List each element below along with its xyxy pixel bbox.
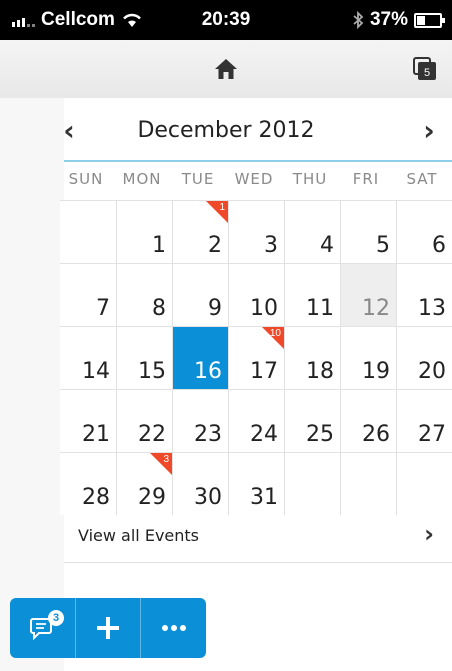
event-count: 3 (163, 454, 169, 465)
day-cell[interactable]: 30 (172, 453, 228, 515)
pages-count: 5 (424, 67, 430, 79)
day-cell[interactable]: 29 3 (116, 453, 172, 515)
weekday-tue: TUE (181, 170, 215, 188)
selected-day-cell[interactable]: 16 (172, 327, 228, 389)
more-icon (161, 625, 186, 631)
week-row: 7 8 9 10 11 12 13 (60, 263, 452, 326)
calendar-grid: 1 21 3 4 5 6 7 8 9 10 11 12 13 14 15 16 … (60, 200, 452, 515)
battery-percent: 37% (369, 9, 408, 30)
weekday-mon: MON (122, 170, 162, 188)
day-cell[interactable]: 20 (396, 327, 452, 389)
messages-button[interactable]: 3 (10, 598, 75, 658)
week-row: 21 22 23 24 25 26 27 (60, 389, 452, 452)
day-cell[interactable]: 3 (228, 201, 284, 263)
event-count: 10 (269, 328, 281, 339)
day-cell[interactable]: 24 (228, 390, 284, 452)
day-cell[interactable]: 5 (340, 201, 396, 263)
weekday-thu: THU (292, 170, 328, 188)
next-month-button[interactable]: › (414, 116, 444, 146)
header-divider (64, 160, 452, 162)
home-icon[interactable] (213, 56, 239, 82)
status-bar: Cellcom 20:39 37% (0, 0, 452, 40)
more-button[interactable] (140, 598, 206, 658)
day-cell[interactable]: 21 (60, 390, 116, 452)
weekday-sun: SUN (68, 170, 104, 188)
today-cell[interactable]: 12 (340, 264, 396, 326)
day-number: 2 (208, 233, 222, 258)
top-navbar: 5 (0, 40, 452, 99)
day-number: 29 (138, 485, 166, 510)
battery-icon (414, 12, 445, 28)
day-cell[interactable]: 7 (60, 264, 116, 326)
day-cell[interactable]: 17 10 (228, 327, 284, 389)
weekday-wed: WED (234, 170, 274, 188)
weekday-fri: FRI (352, 170, 380, 188)
chevron-right-icon: › (424, 520, 434, 548)
day-cell[interactable]: 31 (228, 453, 284, 515)
day-cell[interactable]: 1 (116, 201, 172, 263)
day-cell[interactable]: 27 (396, 390, 452, 452)
event-count: 1 (219, 202, 225, 213)
week-row: 14 15 16 17 10 18 19 20 (60, 326, 452, 389)
bottom-toolbar: 3 (10, 598, 206, 658)
pages-icon[interactable]: 5 (412, 56, 438, 82)
view-all-label: View all Events (78, 526, 200, 545)
day-cell[interactable]: 6 (396, 201, 452, 263)
day-cell[interactable]: 15 (116, 327, 172, 389)
status-right: 37% (352, 9, 445, 31)
weekday-sat: SAT (406, 170, 438, 188)
day-cell[interactable] (396, 453, 452, 515)
month-title: December 2012 (137, 118, 315, 143)
day-cell[interactable]: 9 (172, 264, 228, 326)
weekday-header: SUN MON TUE WED THU FRI SAT (58, 170, 452, 200)
day-cell[interactable]: 26 (340, 390, 396, 452)
day-cell[interactable]: 11 (284, 264, 340, 326)
day-cell[interactable]: 18 (284, 327, 340, 389)
day-cell[interactable] (60, 201, 116, 263)
day-cell[interactable]: 13 (396, 264, 452, 326)
week-row: 1 21 3 4 5 6 (60, 200, 452, 263)
day-cell[interactable]: 8 (116, 264, 172, 326)
day-cell[interactable]: 22 (116, 390, 172, 452)
day-cell[interactable]: 19 (340, 327, 396, 389)
day-cell[interactable]: 25 (284, 390, 340, 452)
add-button[interactable] (74, 598, 141, 658)
day-cell[interactable]: 23 (172, 390, 228, 452)
day-cell[interactable]: 21 (172, 201, 228, 263)
month-header: ‹ December 2012 › (0, 110, 452, 160)
bluetooth-icon (353, 11, 364, 29)
messages-badge: 3 (48, 610, 64, 626)
day-cell[interactable] (340, 453, 396, 515)
view-all-events-link[interactable]: View all Events › (64, 510, 452, 563)
day-cell[interactable] (284, 453, 340, 515)
week-row: 28 29 3 30 31 (60, 452, 452, 515)
day-number: 17 (250, 359, 278, 384)
day-cell[interactable]: 4 (284, 201, 340, 263)
day-cell[interactable]: 10 (228, 264, 284, 326)
day-cell[interactable]: 28 (60, 453, 116, 515)
plus-icon (97, 617, 119, 639)
day-cell[interactable]: 14 (60, 327, 116, 389)
